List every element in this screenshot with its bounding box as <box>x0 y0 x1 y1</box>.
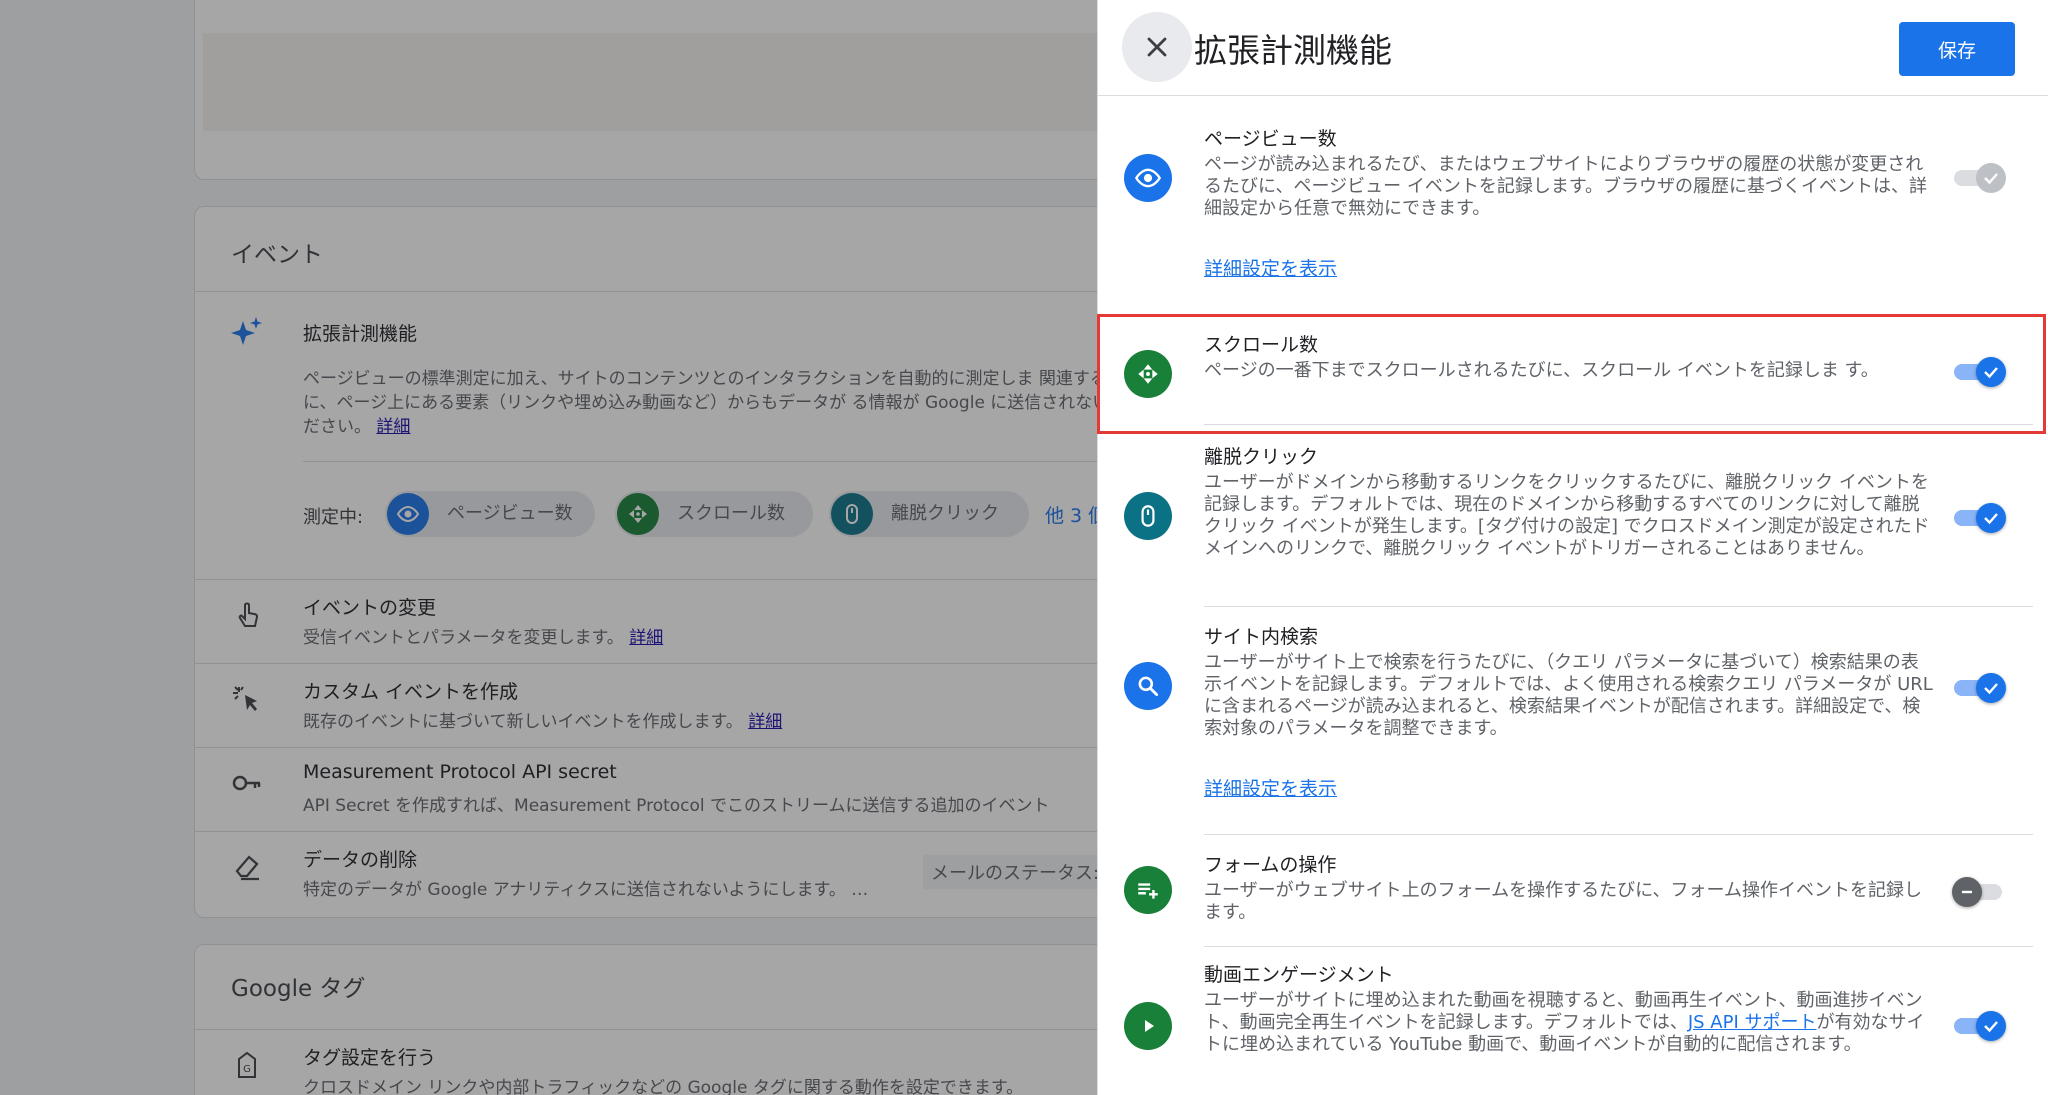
setting-scroll: スクロール数 ページの一番下までスクロールされるたびに、スクロール イベントを記… <box>1098 314 2048 434</box>
close-button[interactable] <box>1122 12 1192 82</box>
setting-form-desc: ユーザーがウェブサイト上のフォームを操作するたびに、フォーム操作イベントを記録し… <box>1204 880 1923 923</box>
form-interactions-toggle[interactable] <box>1952 874 2008 908</box>
drawer-title: 拡張計測機能 <box>1194 31 1392 70</box>
scroll-icon <box>1124 350 1172 398</box>
enhanced-measurement-drawer: 拡張計測機能 保存 ページビュー数 ページが読み込まれるたび、またはウェブサイト… <box>1097 0 2048 1095</box>
check-icon <box>1976 673 2006 703</box>
close-icon <box>1147 37 1167 57</box>
scroll-toggle[interactable] <box>1952 354 2008 388</box>
outbound-clicks-toggle[interactable] <box>1952 500 2008 534</box>
site-search-toggle[interactable] <box>1952 670 2008 704</box>
setting-outbound-desc: ユーザーがドメインから移動するリンクをクリックするたびに、離脱クリック イベント… <box>1204 472 1930 559</box>
save-button[interactable]: 保存 <box>1899 22 2015 76</box>
setting-pageview-desc: ページが読み込まれるたび、またはウェブサイトによりブラウザの履歴の状態が変更され… <box>1204 154 1928 219</box>
check-icon <box>1976 1011 2006 1041</box>
setting-site-search: サイト内検索 ユーザーがサイト上で検索を行うたびに、（クエリ パラメータに基づい… <box>1098 606 2048 835</box>
setting-scroll-title: スクロール数 <box>1204 334 1319 356</box>
mouse-icon <box>1124 492 1172 540</box>
check-icon <box>1976 357 2006 387</box>
check-icon <box>1976 503 2006 533</box>
search-icon <box>1124 662 1172 710</box>
setting-pageview: ページビュー数 ページが読み込まれるたび、またはウェブサイトによりブラウザの履歴… <box>1098 96 2048 312</box>
setting-site-search-desc: ユーザーがサイト上で検索を行うたびに、（クエリ パラメータに基づいて）検索結果の… <box>1204 652 1933 739</box>
play-icon <box>1124 1002 1172 1050</box>
js-api-support-link[interactable]: JS API サポート <box>1688 1012 1817 1033</box>
check-icon <box>1976 163 2006 193</box>
pageview-toggle <box>1952 160 2008 194</box>
setting-video-engagement: 動画エンゲージメント ユーザーがサイトに埋め込まれた動画を視聴すると、動画再生イ… <box>1098 946 2048 1095</box>
setting-form-title: フォームの操作 <box>1204 854 1337 876</box>
pageview-advanced-settings-link[interactable]: 詳細設定を表示 <box>1204 254 1337 281</box>
setting-pageview-title: ページビュー数 <box>1204 128 1337 150</box>
minus-icon <box>1952 877 1982 907</box>
setting-site-search-title: サイト内検索 <box>1204 626 1319 648</box>
eye-icon <box>1124 154 1172 202</box>
form-add-icon <box>1124 866 1172 914</box>
drawer-header: 拡張計測機能 保存 <box>1098 0 2048 96</box>
setting-outbound-title: 離脱クリック <box>1204 446 1319 468</box>
setting-form-interactions: フォームの操作 ユーザーがウェブサイト上のフォームを操作するたびに、フォーム操作… <box>1098 834 2048 947</box>
setting-outbound-clicks: 離脱クリック ユーザーがドメインから移動するリンクをクリックするたびに、離脱クリ… <box>1098 434 2048 607</box>
site-search-advanced-settings-link[interactable]: 詳細設定を表示 <box>1204 774 1337 801</box>
setting-video-desc: ユーザーがサイトに埋め込まれた動画を視聴すると、動画再生イベント、動画進捗イベン… <box>1204 990 1934 1056</box>
setting-scroll-desc: ページの一番下までスクロールされるたびに、スクロール イベントを記録しま す。 <box>1204 360 1879 381</box>
setting-video-title: 動画エンゲージメント <box>1204 964 1394 986</box>
video-engagement-toggle[interactable] <box>1952 1008 2008 1042</box>
